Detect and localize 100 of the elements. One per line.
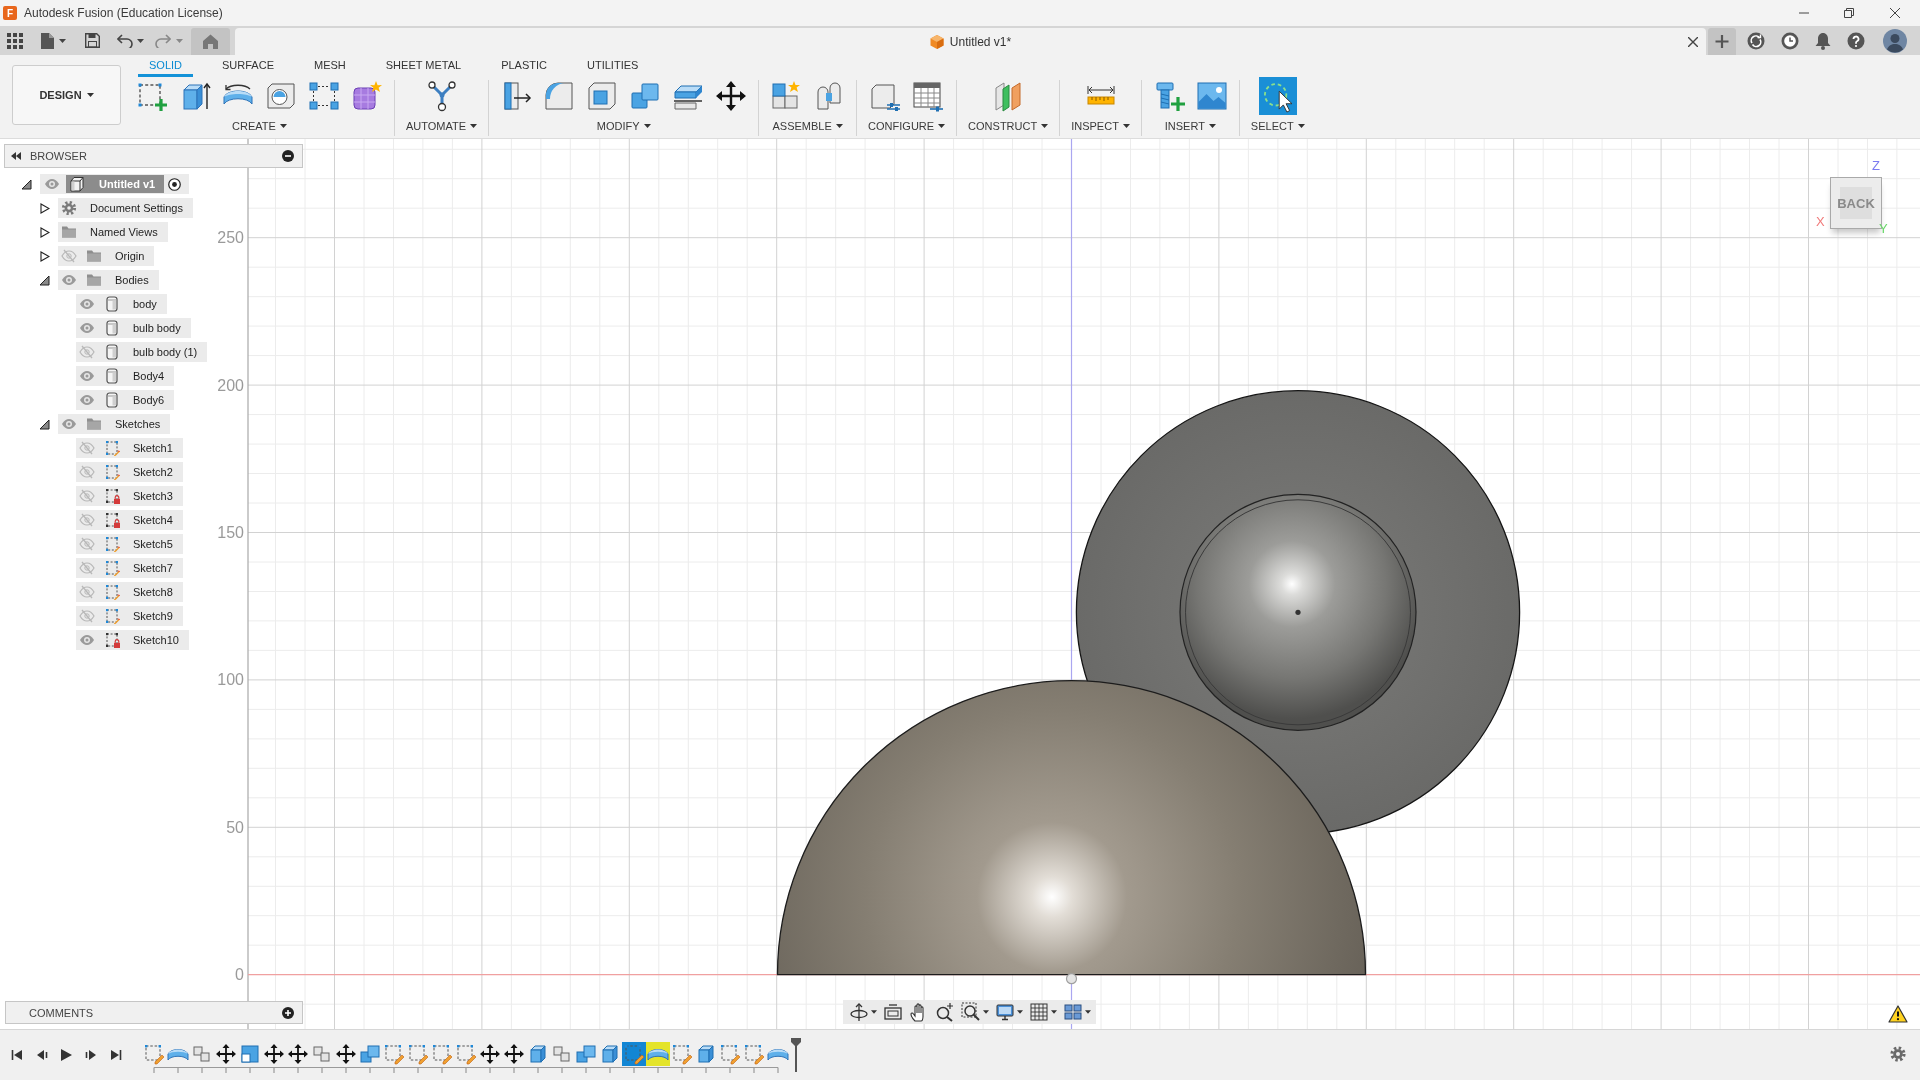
- tree-toggle-icon[interactable]: [39, 250, 50, 262]
- axis-label: Y: [1879, 222, 1888, 236]
- group-dropdown[interactable]: MODIFY: [596, 119, 651, 133]
- group-dropdown[interactable]: SELECT: [1250, 119, 1305, 133]
- ribbon-tab[interactable]: SURFACE: [211, 55, 285, 77]
- tree-item[interactable]: bulb body: [76, 318, 191, 338]
- ribbon-tab[interactable]: MESH: [303, 55, 357, 77]
- tree-item[interactable]: Sketch7: [76, 558, 183, 578]
- caret-icon[interactable]: [1051, 1010, 1057, 1014]
- step-forward-icon[interactable]: [84, 1049, 97, 1061]
- viewports-icon[interactable]: [1063, 1002, 1083, 1022]
- skip-to-start-icon[interactable]: [10, 1049, 23, 1061]
- app-logo: F: [3, 6, 17, 20]
- arch-icon[interactable]: [645, 1042, 670, 1066]
- caret-icon[interactable]: [1017, 1010, 1023, 1014]
- monitor-icon[interactable]: [995, 1002, 1015, 1022]
- component-name: Untitled v1: [99, 178, 156, 190]
- group-dropdown[interactable]: CREATE: [232, 119, 287, 133]
- zoom-window-icon[interactable]: [961, 1002, 981, 1022]
- tree-toggle-icon[interactable]: [39, 418, 50, 430]
- tree-item[interactable]: body: [76, 294, 167, 314]
- help-icon[interactable]: [1847, 31, 1865, 50]
- file-icon[interactable]: [41, 32, 54, 49]
- clock-icon[interactable]: [1781, 31, 1799, 50]
- two-cubes-icon[interactable]: [573, 1042, 598, 1066]
- caret-icon[interactable]: [59, 38, 66, 43]
- dashed-squares-icon[interactable]: [308, 80, 340, 112]
- timeline-marker[interactable]: [790, 1038, 801, 1072]
- warning-icon[interactable]: [1888, 1005, 1908, 1023]
- tree-item[interactable]: Sketch5: [76, 534, 183, 554]
- radio-target-icon[interactable]: [168, 177, 182, 191]
- minus-circle-icon[interactable]: [282, 150, 294, 162]
- tree-item[interactable]: Origin: [58, 246, 155, 266]
- tree-item[interactable]: Sketch1: [76, 438, 183, 458]
- restore-icon[interactable]: [1844, 8, 1854, 18]
- tree-item[interactable]: Sketch2: [76, 462, 183, 482]
- play-icon[interactable]: [59, 1049, 72, 1061]
- look-at-icon[interactable]: [883, 1002, 903, 1022]
- collapse-icon[interactable]: [11, 152, 21, 160]
- close-icon[interactable]: [1688, 36, 1698, 47]
- tree-toggle-icon[interactable]: [39, 202, 50, 214]
- skip-to-end-icon[interactable]: [109, 1049, 122, 1061]
- caret-icon[interactable]: [871, 1010, 877, 1014]
- table-icon[interactable]: [912, 80, 945, 112]
- group-dropdown[interactable]: ASSEMBLE: [772, 119, 843, 133]
- folder-icon: [86, 248, 102, 264]
- tree-item[interactable]: Sketch9: [76, 606, 183, 626]
- document-tab[interactable]: Untitled v1*: [235, 28, 1706, 55]
- node-graph-icon[interactable]: [425, 80, 458, 112]
- ribbon-tab[interactable]: UTILITIES: [576, 55, 650, 77]
- browser-title: BROWSER: [30, 150, 87, 162]
- step-back-icon[interactable]: [35, 1049, 48, 1061]
- folder-icon: [86, 272, 102, 288]
- home-icon[interactable]: [191, 28, 230, 55]
- caret-icon[interactable]: [137, 38, 144, 43]
- tree-item[interactable]: Sketch8: [76, 582, 183, 602]
- avatar-icon[interactable]: [1883, 28, 1907, 53]
- group-dropdown[interactable]: AUTOMATE: [406, 119, 478, 133]
- group-dropdown[interactable]: INSERT: [1164, 119, 1216, 133]
- plus-circle-icon[interactable]: [282, 1006, 294, 1019]
- orbit-icon[interactable]: [849, 1002, 869, 1022]
- two-cubes-icon[interactable]: [629, 80, 662, 112]
- zoom-icon[interactable]: [935, 1002, 955, 1022]
- settings-icon[interactable]: [1890, 1046, 1906, 1062]
- move-arrows-icon[interactable]: [715, 80, 748, 112]
- save-icon[interactable]: [85, 33, 100, 48]
- tree-item[interactable]: Named Views: [58, 222, 168, 242]
- box-hole-icon[interactable]: [265, 80, 297, 112]
- caret-icon[interactable]: [1085, 1010, 1091, 1014]
- tree-item[interactable]: Sketch4: [76, 510, 183, 530]
- tree-item[interactable]: Body6: [76, 390, 175, 410]
- workspace-dropdown[interactable]: DESIGN: [12, 65, 121, 125]
- tree-toggle-icon[interactable]: [39, 274, 50, 286]
- ribbon-tab[interactable]: PLASTIC: [490, 55, 558, 77]
- sketch-pencil-icon[interactable]: [621, 1042, 646, 1066]
- tree-toggle-icon[interactable]: [39, 226, 50, 238]
- tree-item[interactable]: Sketch3: [76, 486, 183, 506]
- tree-item[interactable]: bulb body (1): [76, 342, 208, 362]
- tree-item[interactable]: Document Settings: [58, 198, 193, 218]
- tree-toggle-icon[interactable]: [21, 178, 32, 190]
- cube-star-icon[interactable]: [351, 80, 383, 112]
- tree-item[interactable]: Sketches: [58, 414, 171, 434]
- group-dropdown[interactable]: CONFIGURE: [868, 119, 946, 133]
- picture-icon[interactable]: [1195, 80, 1228, 112]
- group-dropdown[interactable]: CONSTRUCT: [968, 119, 1049, 133]
- tree-item[interactable]: Sketch10: [76, 630, 189, 650]
- grid-icon[interactable]: [1029, 1002, 1049, 1022]
- close-icon[interactable]: [1890, 8, 1900, 18]
- sync-icon[interactable]: [1747, 31, 1765, 50]
- tree-item[interactable]: Bodies: [58, 270, 159, 290]
- bell-icon[interactable]: [1815, 31, 1831, 50]
- group-dropdown[interactable]: INSPECT: [1071, 119, 1130, 133]
- caret-icon[interactable]: [983, 1010, 989, 1014]
- select-cursor-icon[interactable]: [1258, 77, 1297, 115]
- undo-icon[interactable]: [117, 33, 133, 48]
- hollow-box-icon[interactable]: [586, 80, 619, 112]
- plus-icon[interactable]: [1708, 28, 1736, 55]
- tree-item[interactable]: Body4: [76, 366, 175, 386]
- ribbon-tab[interactable]: SHEET METAL: [374, 55, 473, 77]
- app-grid-icon[interactable]: [7, 32, 23, 49]
